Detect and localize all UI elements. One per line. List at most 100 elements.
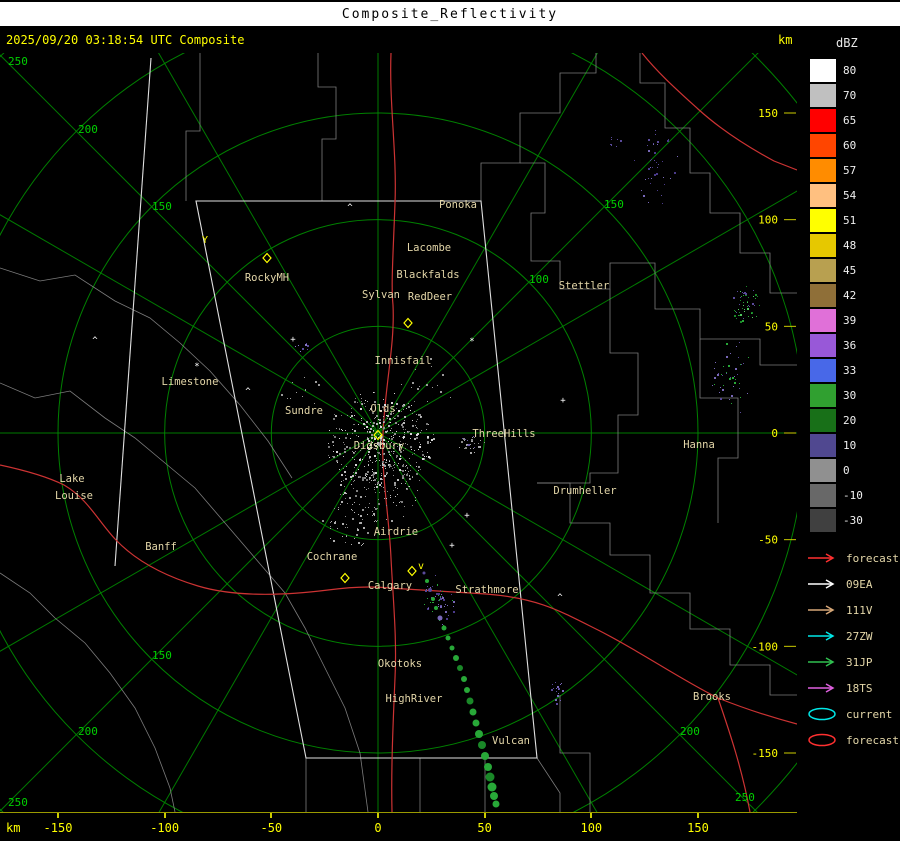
city-label: Sundre: [285, 405, 323, 417]
bottom-axis-label: 50: [477, 821, 492, 835]
city-label: RedDeer: [408, 291, 452, 303]
legend-item: 27ZW: [800, 623, 900, 649]
colorbar-value: 65: [843, 114, 857, 127]
point-marker-icon: +: [449, 541, 455, 551]
bottom-axis-tick: [270, 813, 273, 818]
city-label: Calgary: [368, 580, 412, 592]
right-axis-label: 150: [758, 107, 778, 120]
colorbar-entry: 10: [800, 433, 900, 458]
bottom-axis-label: -150: [43, 821, 73, 835]
colorbar-swatch: [810, 434, 836, 457]
city-label: RockyMH: [245, 272, 289, 284]
info-bar: 2025/09/20 03:18:54 UTC Composite km: [0, 28, 900, 53]
colorbar-swatch: [810, 284, 836, 307]
city-label: Lake: [59, 473, 84, 485]
legend-label: forecast: [846, 733, 899, 747]
colorbar-entry: 30: [800, 383, 900, 408]
colorbar-swatch: [810, 109, 836, 132]
legend-item: forecast: [800, 545, 900, 571]
colorbar-entry: 48: [800, 233, 900, 258]
city-label: Okotoks: [378, 658, 422, 670]
city-label: Limestone: [162, 376, 219, 388]
point-marker-icon: *: [469, 337, 474, 347]
city-label: Ponoka: [439, 199, 477, 211]
colorbar-swatch: [810, 409, 836, 432]
city-label: Brooks: [693, 691, 731, 703]
bottom-axis-tick: [590, 813, 593, 818]
radar-echoes: [281, 130, 760, 705]
svg-text:250: 250: [735, 791, 755, 804]
radar-site-icon: [340, 572, 350, 584]
colorbar-swatch: [810, 384, 836, 407]
colorbar-swatch: [810, 159, 836, 182]
colorbar-entry: 33: [800, 358, 900, 383]
colorbar-swatch: [810, 59, 836, 82]
city-label: Banff: [145, 541, 177, 553]
point-marker-icon: ^: [557, 593, 563, 603]
point-marker-icon: +: [290, 335, 296, 345]
city-label: Blackfalds: [396, 269, 459, 281]
colorbar-swatch: [810, 359, 836, 382]
legend-arrow-icon: [808, 657, 835, 667]
colorbar-entry: 70: [800, 83, 900, 108]
colorbar-entry: -30: [800, 508, 900, 533]
radar-site-icon: [403, 317, 413, 329]
colorbar-entry: 57: [800, 158, 900, 183]
city-label: Strathmore: [455, 584, 518, 596]
legend: forecast 09EA 111V 27ZW 31JP 18TS current forec…: [800, 545, 900, 753]
bottom-axis-tick: [377, 813, 379, 818]
colorbar-swatch: [810, 459, 836, 482]
colorbar-title: dBZ: [836, 36, 858, 50]
legend-item: 09EA: [800, 571, 900, 597]
legend-label: forecast: [846, 551, 899, 565]
bottom-axis-label: -50: [260, 821, 283, 835]
colorbar-entry: 0: [800, 458, 900, 483]
station-symbol-icon: Y: [202, 235, 208, 246]
point-marker-icon: ^: [347, 203, 353, 213]
colorbar-value: 48: [843, 239, 857, 252]
colorbar-entry: 80: [800, 58, 900, 83]
colorbar-entry: -10: [800, 483, 900, 508]
colorbar-value: 20: [843, 414, 857, 427]
colorbar-value: 36: [843, 339, 857, 352]
svg-text:200: 200: [680, 725, 700, 738]
city-labels: Ponoka Lacombe Blackfalds Sylvan RedDeer Rock…: [55, 199, 731, 747]
bottom-axis-label: -100: [150, 821, 180, 835]
colorbar-swatch: [810, 209, 836, 232]
colorbar-entry: 20: [800, 408, 900, 433]
legend-arrow-icon: [808, 631, 835, 641]
svg-text:250: 250: [8, 796, 28, 809]
colorbar-swatch: [810, 484, 836, 507]
legend-label: 18TS: [846, 681, 873, 695]
right-axis-label: -50: [758, 534, 778, 547]
legend-arrow-icon: [808, 683, 835, 693]
city-label: Airdrie: [374, 526, 418, 538]
legend-ellipse-icon: [808, 707, 836, 721]
radar-site-icon: [407, 565, 417, 577]
legend-item: forecast: [800, 727, 900, 753]
colorbar-value: 30: [843, 389, 857, 402]
coverage-outline: [114, 57, 538, 759]
colorbar-value: 54: [843, 189, 857, 202]
colorbar-value: 51: [843, 214, 857, 227]
vertical-axis-unit: km: [778, 33, 793, 47]
right-axis-label: 50: [765, 320, 778, 333]
colorbar-value: 10: [843, 439, 857, 452]
point-marker-icon: +: [560, 396, 566, 406]
colorbar-entry: 45: [800, 258, 900, 283]
point-marker-icon: +: [464, 511, 470, 521]
legend-ellipse-icon: [808, 733, 836, 747]
svg-text:100: 100: [529, 273, 549, 286]
colorbar-swatch: [810, 134, 836, 157]
radar-map: 250 200 150 150 100 150 200 250 200 250 Yv + + + + * * ^ ^…: [0, 53, 797, 812]
legend-item: 18TS: [800, 675, 900, 701]
city-label: Innisfail: [375, 355, 432, 367]
city-label: HighRiver: [386, 693, 443, 705]
legend-label: current: [846, 707, 893, 721]
bottom-axis-tick: [163, 813, 166, 818]
colorbar-value: -10: [843, 489, 863, 502]
legend-arrow-icon: [808, 605, 835, 615]
colorbar-entry: 65: [800, 108, 900, 133]
legend-item: 31JP: [800, 649, 900, 675]
right-axis-label: -150: [752, 747, 779, 760]
